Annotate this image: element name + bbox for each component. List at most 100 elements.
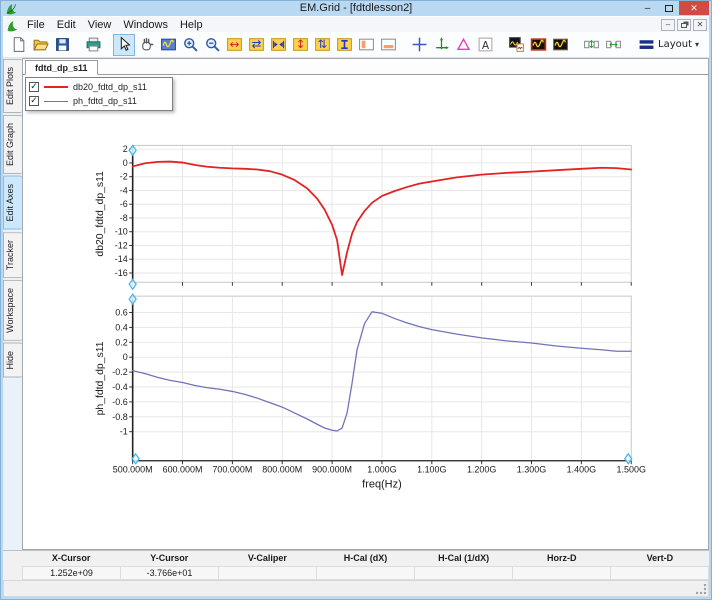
sidebar-tab-edit-axes[interactable]: Edit Axes [3,176,22,230]
document-tabbar: fdtd_dp_s11 [23,59,708,75]
bottom-y-axis-label: ph_fdtd_dp_s11 [95,341,106,415]
svg-text:1.500G: 1.500G [617,465,646,475]
svg-text:-4: -4 [120,185,128,195]
save-icon [54,36,71,53]
statusbar-message-area [3,580,709,597]
menu-view[interactable]: View [82,18,118,32]
svg-text:⇅: ⇅ [317,37,327,51]
expand-h-button[interactable]: ↔ [223,34,245,56]
shrink-v-button[interactable]: ⇅ [311,34,333,56]
svg-text:-6: -6 [120,199,128,209]
status-value-y-cursor: -3.766e+01 [120,565,218,580]
fit-v-button[interactable] [333,34,355,56]
svg-text:0: 0 [123,352,128,362]
mdi-close-button[interactable]: ✕ [693,18,707,31]
window-title: EM.Grid - [fdtdlesson2] [299,2,413,14]
zoom-in-icon [182,36,199,53]
svg-text:600.000M: 600.000M [163,465,203,475]
split-bottom-button[interactable] [377,34,399,56]
mdi-minimize-button[interactable]: – [661,18,675,31]
crosshair-button[interactable] [408,34,430,56]
menu-windows[interactable]: Windows [117,18,174,32]
sidebar-tab-tracker[interactable]: Tracker [3,231,22,278]
sidebar-tab-edit-plots[interactable]: Edit Plots [3,59,22,114]
fit-h-icon [270,36,287,53]
svg-text:-14: -14 [115,254,128,264]
open-button[interactable] [29,34,51,56]
sidebar-tab-hide[interactable]: Hide [3,342,22,378]
maximize-button[interactable] [658,1,679,15]
svg-text:-0.4: -0.4 [112,382,127,392]
svg-text:-0.8: -0.8 [112,412,127,422]
align-v-icon: ↕ [583,36,600,53]
plot-frame-red-button[interactable] [527,34,549,56]
text-label-button[interactable]: A [474,34,496,56]
shrink-h-button[interactable]: ⇄ [245,34,267,56]
document-logo-icon [6,19,18,31]
status-value-row: 1.252e+09 -3.766e+01 [22,565,709,580]
svg-text:1.200G: 1.200G [467,465,496,475]
zoom-in-button[interactable] [179,34,201,56]
svg-text:1.400G: 1.400G [567,465,596,475]
status-header-v-caliper: V-Caliper [247,553,287,564]
svg-text:-0.6: -0.6 [112,397,127,407]
delta-marker-button[interactable] [452,34,474,56]
plot-canvas[interactable]: db20_fdtd_dp_s11 ph_fdtd_dp_s11 2 0 -2 -4 -6 -… [23,75,708,549]
align-h-button[interactable]: ↔ [602,34,624,56]
legend-checkbox[interactable] [29,82,39,92]
svg-text:-1: -1 [120,427,128,437]
legend-checkbox[interactable] [29,96,39,106]
status-value-h-cal-1-dx- [414,565,512,580]
tab-fdtd-dp-s11[interactable]: fdtd_dp_s11 [25,60,98,75]
toolbar: ↔ ⇄ ↕ ⇅ A ↕ ↔ Layout ▾ [3,32,709,58]
zoom-window-button[interactable] [157,34,179,56]
zoom-window-icon [160,36,177,53]
close-button[interactable]: ✕ [679,1,709,15]
svg-text:0.4: 0.4 [115,322,127,332]
svg-text:1.100G: 1.100G [417,465,446,475]
zoom-out-button[interactable] [201,34,223,56]
svg-text:500.000M: 500.000M [113,465,153,475]
print-button[interactable] [82,34,104,56]
save-button[interactable] [51,34,73,56]
sidebar-tab-edit-graph[interactable]: Edit Graph [3,115,22,175]
plot-area[interactable]: 20-2-4-6-8-10-12-14-16db20_fdtd_dp_s110.… [23,75,708,549]
menu-help[interactable]: Help [174,18,209,32]
svg-text:700.000M: 700.000M [212,465,252,475]
plot-frame-button[interactable] [549,34,571,56]
layout-label: Layout [658,39,692,50]
legend-label: ph_fdtd_dp_s11 [73,96,137,106]
split-left-button[interactable] [355,34,377,56]
pan-button[interactable] [135,34,157,56]
menu-file[interactable]: File [21,18,51,32]
plot-copy-icon [508,36,525,53]
expand-h-icon: ↔ [226,36,243,53]
expand-v-button[interactable]: ↕ [289,34,311,56]
svg-text:⇄: ⇄ [251,37,261,51]
shrink-v-icon: ⇅ [314,36,331,53]
restore-icon [681,22,687,28]
fit-h-button[interactable] [267,34,289,56]
fit-v-icon [336,36,353,53]
align-h-icon: ↔ [605,36,622,53]
layout-menu-button[interactable]: Layout ▾ [633,34,704,56]
select-button[interactable] [113,33,135,56]
resize-grip-icon[interactable] [696,584,707,595]
plot-copy-button[interactable] [505,34,527,56]
print-icon [85,36,102,53]
axes-button[interactable] [430,34,452,56]
svg-text:1.300G: 1.300G [517,465,546,475]
legend-item: db20_fdtd_dp_s11 [29,80,166,94]
legend-item: ph_fdtd_dp_s11 [29,94,166,108]
sidebar-tab-workspace[interactable]: Workspace [3,279,22,341]
menu-items: File Edit View Windows Help [21,19,209,31]
minimize-button[interactable]: – [637,1,658,15]
main-panel: fdtd_dp_s11 db20_fdtd_dp_s11 ph_fdtd_dp_s… [22,58,709,550]
mdi-restore-button[interactable] [677,18,691,31]
menu-edit[interactable]: Edit [51,18,82,32]
new-button[interactable] [7,34,29,56]
titlebar[interactable]: EM.Grid - [fdtdlesson2] – ✕ [3,1,709,16]
zoom-out-icon [204,36,221,53]
status-header-vert-d: Vert-D [646,553,674,564]
align-v-button[interactable]: ↕ [580,34,602,56]
